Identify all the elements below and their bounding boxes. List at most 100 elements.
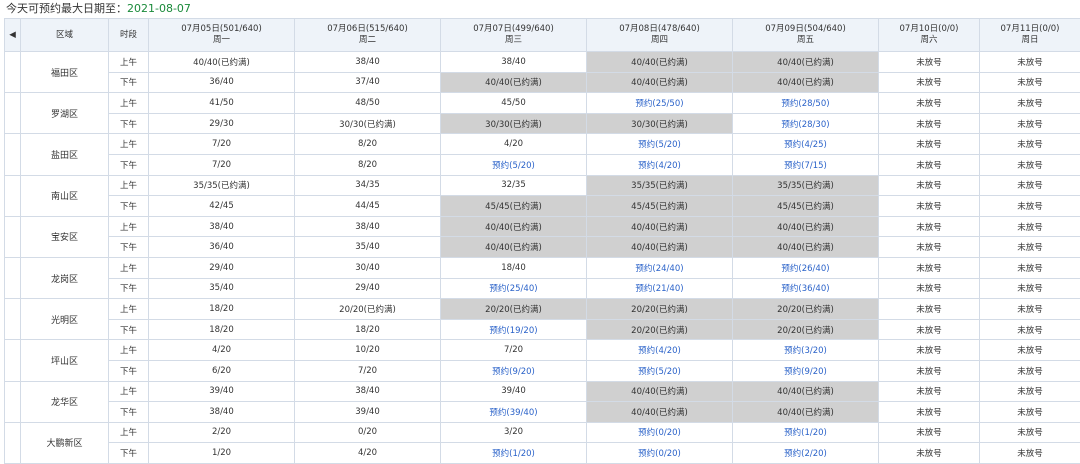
slot-book-link[interactable]: 预约(1/20): [733, 422, 879, 443]
slot-full: 40/40(已约满): [587, 237, 733, 258]
slot-full: 30/30(已约满): [441, 113, 587, 134]
slot-book-link[interactable]: 预约(24/40): [587, 257, 733, 278]
slot-count: 48/50: [295, 93, 441, 114]
slot-unreleased: 未放号: [879, 113, 980, 134]
slot-full: 45/45(已约满): [733, 196, 879, 217]
period-label: 上午: [109, 216, 149, 237]
table-row: 光明区上午18/2020/20(已约满)20/20(已约满)20/20(已约满)…: [5, 299, 1080, 320]
day-weekday: 周五: [733, 35, 878, 46]
slot-book-link[interactable]: 预约(4/25): [733, 134, 879, 155]
slot-book-link[interactable]: 预约(26/40): [733, 257, 879, 278]
district-name: 光明区: [21, 299, 109, 340]
day-date: 07月10日(0/0): [879, 24, 979, 35]
slot-count: 1/20: [149, 443, 295, 464]
slot-book-link[interactable]: 预约(1/20): [441, 443, 587, 464]
slot-unreleased: 未放号: [879, 93, 980, 114]
slot-book-link[interactable]: 预约(4/20): [587, 154, 733, 175]
slot-count: 42/45: [149, 196, 295, 217]
row-spacer: [5, 422, 21, 463]
slot-book-link[interactable]: 预约(4/20): [587, 340, 733, 361]
slot-count: 38/40: [295, 216, 441, 237]
slot-count: 34/35: [295, 175, 441, 196]
table-row: 下午35/4029/40预约(25/40)预约(21/40)预约(36/40)未…: [5, 278, 1080, 299]
slot-count: 7/20: [295, 360, 441, 381]
table-row: 福田区上午40/40(已约满)38/4038/4040/40(已约满)40/40…: [5, 52, 1080, 73]
row-spacer: [5, 257, 21, 298]
table-row: 下午42/4544/4545/45(已约满)45/45(已约满)45/45(已约…: [5, 196, 1080, 217]
slot-count: 7/20: [441, 340, 587, 361]
slot-full: 20/20(已约满): [587, 319, 733, 340]
slot-count: 29/40: [149, 257, 295, 278]
period-label: 上午: [109, 340, 149, 361]
slot-count: 35/40: [295, 237, 441, 258]
slot-book-link[interactable]: 预约(5/20): [441, 154, 587, 175]
slot-book-link[interactable]: 预约(25/50): [587, 93, 733, 114]
period-label: 下午: [109, 319, 149, 340]
day-header: 07月11日(0/0)周日: [980, 19, 1080, 52]
district-name: 盐田区: [21, 134, 109, 175]
slot-full: 40/40(已约满): [441, 216, 587, 237]
slot-book-link[interactable]: 预约(9/20): [733, 360, 879, 381]
slot-count: 4/20: [149, 340, 295, 361]
slot-unreleased: 未放号: [879, 402, 980, 423]
slot-book-link[interactable]: 预约(25/40): [441, 278, 587, 299]
day-header: 07月09日(504/640)周五: [733, 19, 879, 52]
row-spacer: [5, 216, 21, 257]
period-label: 上午: [109, 93, 149, 114]
slot-book-link[interactable]: 预约(28/30): [733, 113, 879, 134]
day-weekday: 周四: [587, 35, 732, 46]
slot-full: 35/35(已约满): [733, 175, 879, 196]
slot-book-link[interactable]: 预约(28/50): [733, 93, 879, 114]
slot-book-link[interactable]: 预约(19/20): [441, 319, 587, 340]
slot-book-link[interactable]: 预约(36/40): [733, 278, 879, 299]
slot-count: 18/20: [149, 319, 295, 340]
row-spacer: [5, 134, 21, 175]
day-header: 07月07日(499/640)周三: [441, 19, 587, 52]
period-label: 下午: [109, 443, 149, 464]
table-header-row: ◀ 区域 时段 07月05日(501/640)周一07月06日(515/640)…: [5, 19, 1080, 52]
slot-book-link[interactable]: 预约(39/40): [441, 402, 587, 423]
slot-full: 45/45(已约满): [441, 196, 587, 217]
slot-book-link[interactable]: 预约(5/20): [587, 360, 733, 381]
slot-book-link[interactable]: 预约(9/20): [441, 360, 587, 381]
slot-book-link[interactable]: 预约(3/20): [733, 340, 879, 361]
slot-count: 4/20: [441, 134, 587, 155]
day-date: 07月05日(501/640): [149, 24, 294, 35]
slot-book-link[interactable]: 预约(0/20): [587, 443, 733, 464]
slot-count: 39/40: [295, 402, 441, 423]
district-name: 大鹏新区: [21, 422, 109, 463]
slot-unreleased: 未放号: [980, 134, 1080, 155]
day-weekday: 周三: [441, 35, 586, 46]
scroll-left-icon[interactable]: ◀: [5, 19, 21, 52]
slot-count: 2/20: [149, 422, 295, 443]
appointment-table: ◀ 区域 时段 07月05日(501/640)周一07月06日(515/640)…: [4, 18, 1080, 464]
slot-book-link[interactable]: 预约(7/15): [733, 154, 879, 175]
table-row: 坪山区上午4/2010/207/20预约(4/20)预约(3/20)未放号未放号: [5, 340, 1080, 361]
district-name: 龙岗区: [21, 257, 109, 298]
slot-count: 29/40: [295, 278, 441, 299]
slot-full: 40/40(已约满): [733, 381, 879, 402]
district-name: 龙华区: [21, 381, 109, 422]
slot-book-link[interactable]: 预约(0/20): [587, 422, 733, 443]
slot-unreleased: 未放号: [980, 154, 1080, 175]
slot-unreleased: 未放号: [980, 93, 1080, 114]
slot-count: 3/20: [441, 422, 587, 443]
table-row: 宝安区上午38/4038/4040/40(已约满)40/40(已约满)40/40…: [5, 216, 1080, 237]
slot-count: 7/20: [149, 154, 295, 175]
slot-full: 40/40(已约满): [587, 381, 733, 402]
district-header: 区域: [21, 19, 109, 52]
slot-count: 4/20: [295, 443, 441, 464]
slot-book-link[interactable]: 预约(2/20): [733, 443, 879, 464]
max-date-value: 2021-08-07: [127, 2, 191, 15]
day-date: 07月08日(478/640): [587, 24, 732, 35]
slot-full: 40/40(已约满): [733, 237, 879, 258]
slot-unreleased: 未放号: [879, 257, 980, 278]
slot-unreleased: 未放号: [980, 72, 1080, 93]
slot-book-link[interactable]: 预约(21/40): [587, 278, 733, 299]
slot-unreleased: 未放号: [980, 402, 1080, 423]
period-label: 下午: [109, 113, 149, 134]
slot-full: 20/20(已约满): [733, 319, 879, 340]
slot-unreleased: 未放号: [879, 237, 980, 258]
slot-count: 45/50: [441, 93, 587, 114]
slot-book-link[interactable]: 预约(5/20): [587, 134, 733, 155]
